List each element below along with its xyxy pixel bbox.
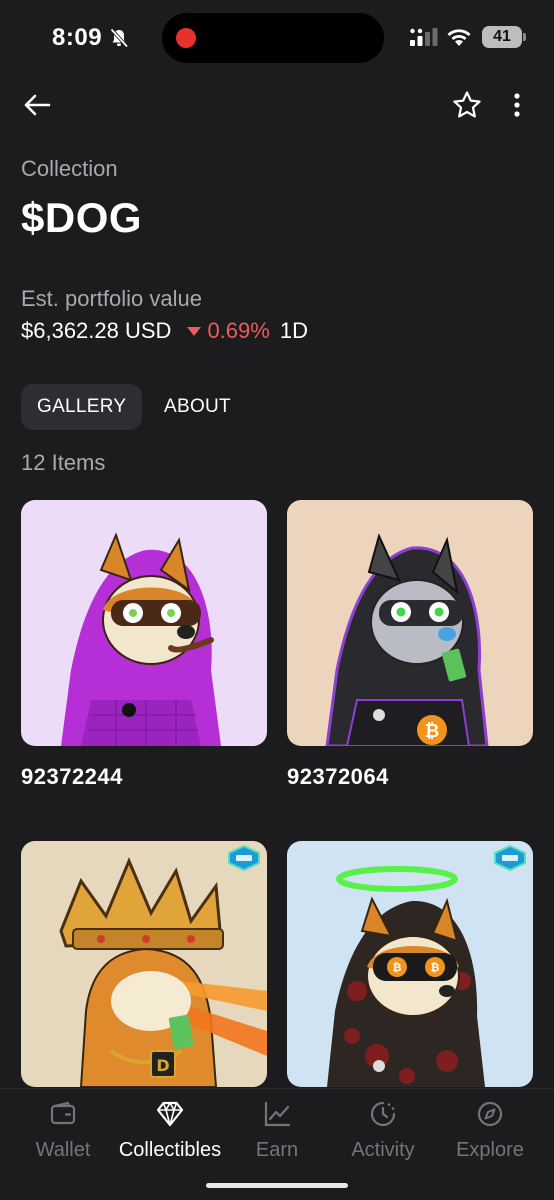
- page-title: $DOG: [21, 194, 143, 241]
- collectible-card[interactable]: D: [21, 841, 267, 1105]
- collectible-card[interactable]: ₿ ₿: [287, 841, 533, 1105]
- more-vertical-icon: [514, 93, 520, 117]
- favorite-button[interactable]: [450, 88, 484, 122]
- collection-label: Collection: [21, 156, 118, 181]
- caret-down-icon: [187, 326, 202, 336]
- tabbar-label: Collectibles: [118, 1139, 222, 1161]
- dog-artwork: D: [59, 857, 267, 1087]
- svg-text:₿: ₿: [425, 721, 440, 742]
- collectible-name: 92372244: [21, 764, 123, 789]
- portfolio-value-label: Est. portfolio value: [21, 286, 202, 311]
- tabbar-label: Explore: [456, 1139, 524, 1161]
- svg-text:₿: ₿: [393, 961, 402, 974]
- dog-artwork: [61, 532, 221, 746]
- tabbar-item-explore[interactable]: Explore: [435, 1099, 545, 1162]
- tab-about[interactable]: ABOUT: [148, 384, 247, 430]
- tabbar-item-activity[interactable]: Activity: [328, 1099, 438, 1162]
- battery-tip: [523, 33, 526, 41]
- arrow-left-icon: [24, 94, 51, 116]
- tabbar-label: Wallet: [35, 1139, 91, 1161]
- portfolio-change-percent: 0.69%: [207, 318, 270, 343]
- nft-image[interactable]: ₿: [287, 500, 533, 746]
- dog-artwork: ₿ ₿: [327, 866, 485, 1087]
- wifi-icon: [447, 29, 471, 46]
- svg-text:D: D: [156, 1056, 169, 1075]
- wallet-icon: [50, 1101, 76, 1125]
- nft-image[interactable]: [21, 500, 267, 746]
- tabbar-item-wallet[interactable]: Wallet: [8, 1099, 118, 1162]
- portfolio-change-period: 1D: [279, 318, 308, 343]
- collectible-card[interactable]: ₿ 92372064: [287, 500, 533, 790]
- gem-icon: [156, 1101, 184, 1127]
- nft-image[interactable]: ₿ ₿: [287, 841, 533, 1087]
- collectible-card[interactable]: 92372244: [21, 500, 267, 790]
- clock-icon: [370, 1101, 396, 1127]
- portfolio-value-amount: $6,362.28 USD: [21, 318, 172, 343]
- screen: 8:09 41 Collection $DOG Est. portfolio v…: [0, 0, 554, 1200]
- star-icon: [453, 91, 481, 118]
- tab-gallery[interactable]: GALLERY: [21, 384, 143, 430]
- item-count: 12 Items: [21, 450, 106, 475]
- status-bar: 8:09 41: [0, 0, 554, 76]
- collectible-name: 92372064: [287, 764, 389, 789]
- compass-icon: [477, 1101, 503, 1127]
- verified-badge-icon: [228, 845, 260, 871]
- cellular-signal-icon: [410, 28, 438, 46]
- portfolio-value-row: $6,362.28 USD 0.69% 1D: [21, 318, 308, 344]
- chart-icon: [264, 1101, 291, 1127]
- svg-text:₿: ₿: [431, 961, 440, 974]
- recording-indicator: [176, 28, 196, 48]
- tabbar-item-collectibles[interactable]: Collectibles: [115, 1099, 225, 1162]
- bell-off-icon: [110, 28, 128, 48]
- more-options-button[interactable]: [504, 88, 530, 122]
- tabbar-label: Earn: [255, 1139, 299, 1161]
- tabbar-label: Activity: [351, 1139, 415, 1161]
- home-indicator[interactable]: [206, 1183, 348, 1188]
- verified-badge-icon: [494, 845, 526, 871]
- nft-image[interactable]: D: [21, 841, 267, 1087]
- back-button[interactable]: [20, 88, 54, 122]
- status-time: 8:09: [52, 24, 103, 51]
- battery-indicator: 41: [482, 26, 522, 48]
- tabbar-item-earn[interactable]: Earn: [222, 1099, 332, 1162]
- dog-artwork: ₿: [325, 533, 489, 746]
